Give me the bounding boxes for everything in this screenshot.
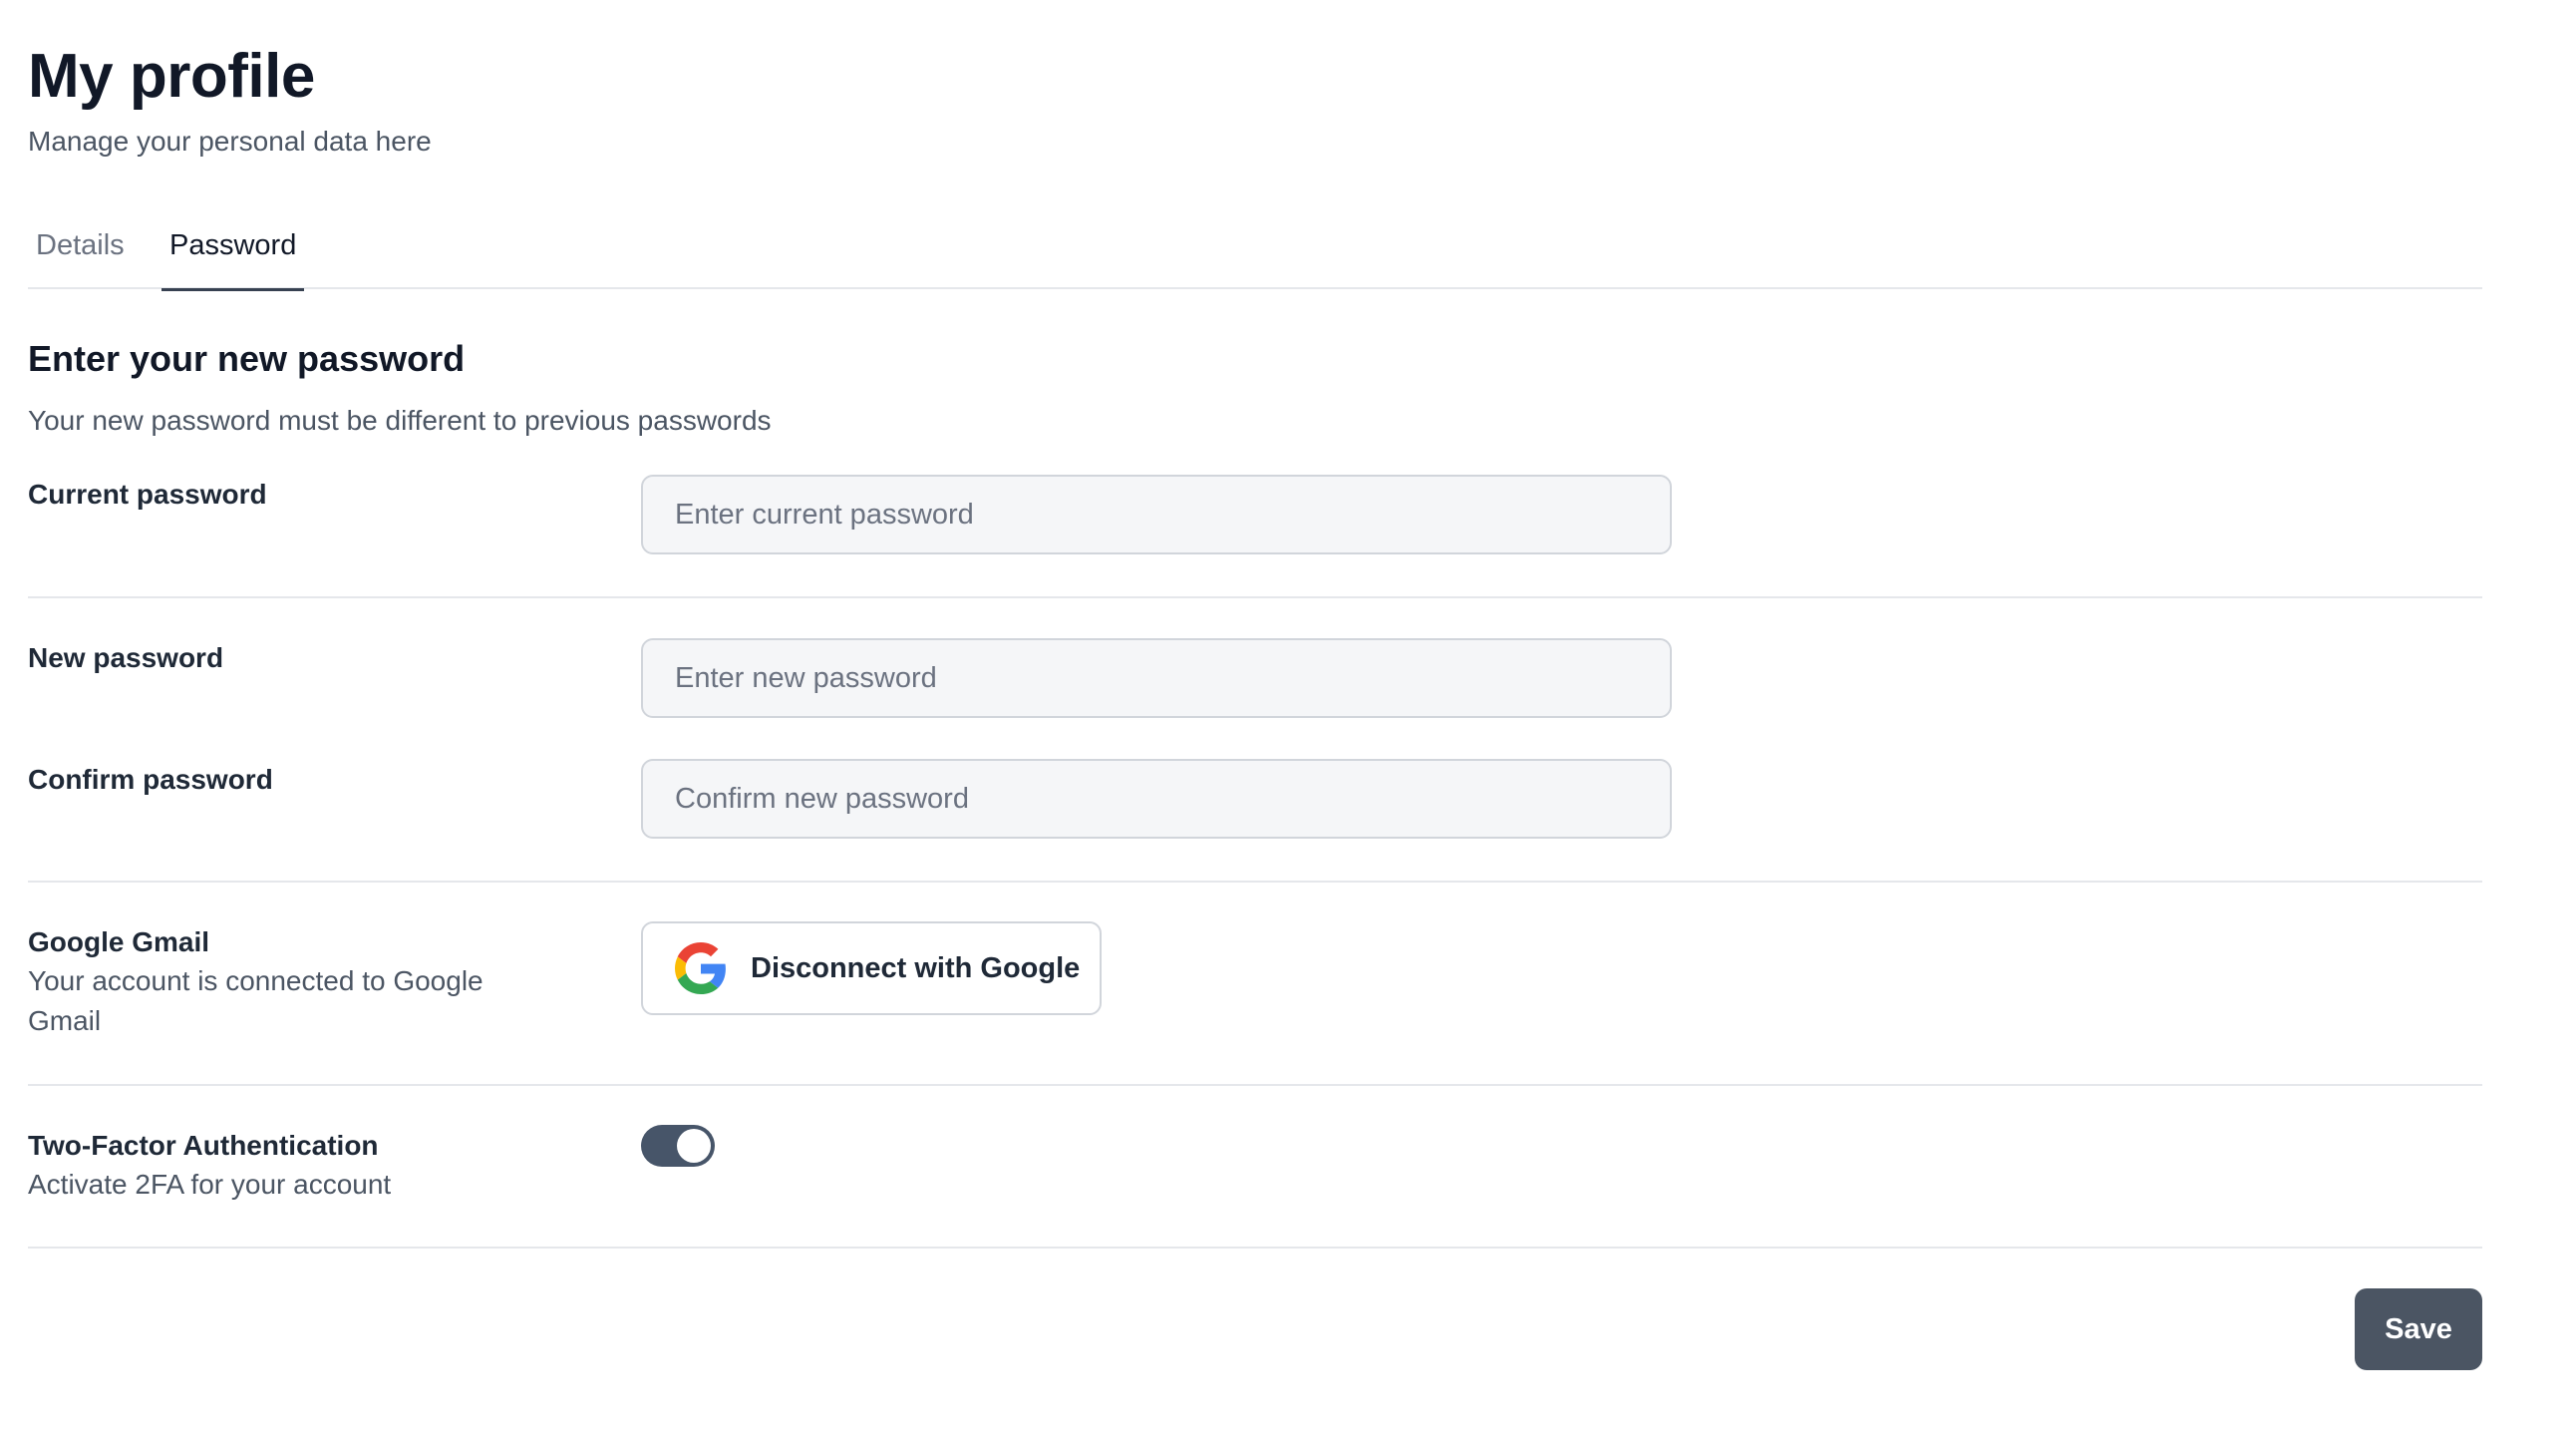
new-password-label: New password <box>28 642 224 673</box>
google-gmail-label: Google Gmail <box>28 926 210 957</box>
save-button[interactable]: Save <box>2355 1288 2482 1370</box>
page-title: My profile <box>28 42 315 111</box>
tab-details[interactable]: Details <box>28 219 133 289</box>
divider <box>28 1247 2482 1249</box>
toggle-knob <box>677 1129 711 1163</box>
two-factor-toggle[interactable] <box>641 1125 715 1167</box>
disconnect-google-label: Disconnect with Google <box>751 951 1081 984</box>
section-description: Your new password must be different to p… <box>28 405 772 436</box>
divider <box>28 881 2482 883</box>
tab-bar: Details Password <box>28 219 2482 291</box>
current-password-input[interactable] <box>641 475 1672 554</box>
disconnect-google-button[interactable]: Disconnect with Google <box>641 921 1102 1015</box>
page-subtitle: Manage your personal data here <box>28 126 432 157</box>
google-gmail-help: Your account is connected to Google Gmai… <box>28 965 483 1036</box>
profile-page: My profile Manage your personal data her… <box>28 0 2482 1434</box>
tab-password[interactable]: Password <box>161 219 305 291</box>
two-factor-help: Activate 2FA for your account <box>28 1169 392 1200</box>
new-password-input[interactable] <box>641 638 1672 718</box>
section-title: Enter your new password <box>28 338 466 379</box>
two-factor-label: Two-Factor Authentication <box>28 1130 379 1161</box>
google-icon <box>675 942 727 994</box>
confirm-password-label: Confirm password <box>28 764 273 795</box>
divider <box>28 596 2482 598</box>
current-password-label: Current password <box>28 479 267 510</box>
confirm-password-input[interactable] <box>641 759 1672 839</box>
divider <box>28 1084 2482 1086</box>
